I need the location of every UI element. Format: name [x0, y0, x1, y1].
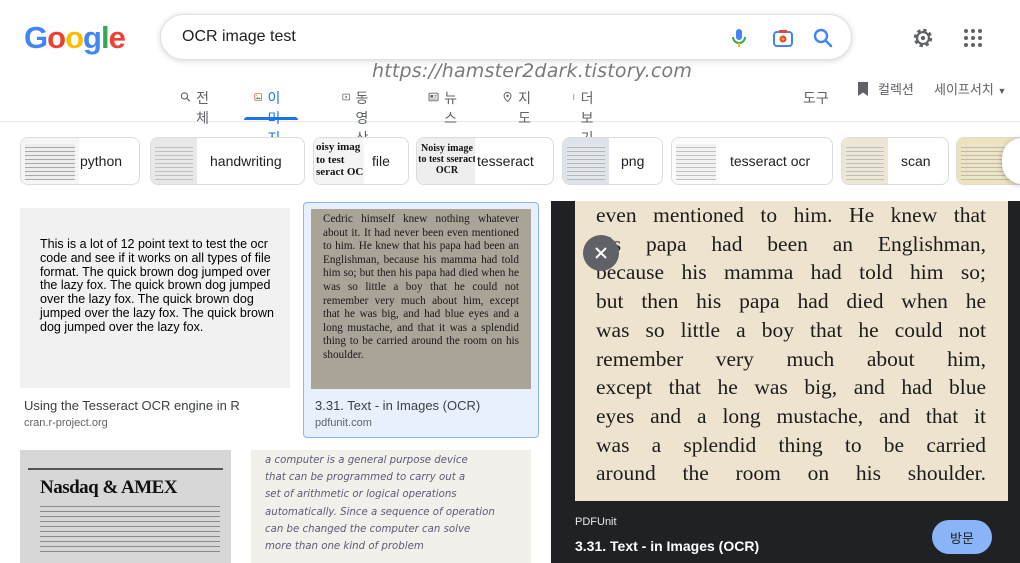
- handwriting-line: can be changed the computer can solve: [265, 523, 471, 535]
- image-icon: [254, 93, 263, 101]
- watermark: https://hamster2dark.tistory.com: [372, 60, 693, 82]
- chip-label: handwriting: [210, 153, 282, 169]
- preview-line: around the room on his shoulder.: [596, 461, 986, 486]
- microphone-icon[interactable]: [727, 26, 751, 50]
- gear-icon[interactable]: [910, 25, 936, 51]
- preview-line: was so little a boy that he could not: [596, 317, 986, 342]
- tab-images[interactable]: 이미지: [244, 84, 298, 146]
- tab-label: 뉴스: [444, 90, 457, 126]
- chip-label: python: [80, 153, 123, 169]
- image-text: Nasdaq & AMEX: [40, 477, 178, 498]
- chip-thumbnail: oisy imag to test seract OC: [314, 138, 364, 184]
- collections-button[interactable]: 컬렉션: [856, 79, 914, 98]
- tab-label: 지도: [518, 90, 531, 126]
- chip-label: tesseract: [477, 153, 534, 169]
- handwriting-line: automatically. Since a sequence of opera…: [265, 506, 495, 518]
- preview-line: eyes and a long mustache, and that it: [596, 403, 986, 428]
- search-input[interactable]: OCR image test: [182, 28, 296, 46]
- chip-thumbnail: [21, 138, 79, 184]
- result-title[interactable]: Using the Tesseract OCR engine in R: [24, 398, 240, 413]
- result-image[interactable]: Cedric himself knew nothing whatever abo…: [311, 209, 531, 389]
- result-source: cran.r-project.org: [24, 417, 108, 429]
- newsprint-lines: [40, 502, 220, 556]
- chip-png[interactable]: png: [562, 137, 663, 185]
- chip-thumbnail-text: oisy imag to test seract OC: [316, 141, 364, 178]
- related-search-chips: python handwriting oisy imag to test ser…: [20, 137, 1020, 185]
- image-text: This is a lot of 12 point text to test t…: [40, 237, 274, 334]
- result-source: pdfunit.com: [315, 417, 372, 429]
- chip-thumbnail: [151, 138, 197, 184]
- chevron-down-icon: ▼: [997, 86, 1007, 96]
- close-preview-button[interactable]: [583, 235, 619, 271]
- preview-line: his papa had been an Englishman,: [596, 231, 986, 256]
- handwriting-lines: a computer is a general purpose device t…: [265, 452, 527, 555]
- chip-tesseract[interactable]: Noisy image to test sseract OCR tesserac…: [416, 137, 554, 185]
- chip-thumbnail: [672, 138, 720, 184]
- preview-title[interactable]: 3.31. Text - in Images (OCR): [575, 538, 759, 554]
- tools-button[interactable]: 도구: [803, 88, 829, 108]
- result-image-nasdaq[interactable]: Nasdaq & AMEX: [20, 450, 231, 563]
- handwriting-line: set of arithmetic or logical operations: [265, 489, 457, 501]
- preview-line: even mentioned to him. He knew that: [596, 203, 986, 227]
- safesearch-dropdown[interactable]: 세이프서치 ▼: [934, 79, 1006, 98]
- result-card-selected[interactable]: Cedric himself knew nothing whatever abo…: [303, 202, 539, 438]
- tab-news[interactable]: 뉴스: [428, 84, 462, 126]
- camera-lens-icon[interactable]: [771, 26, 795, 50]
- tab-more[interactable]: 더보기: [572, 84, 598, 146]
- result-card[interactable]: This is a lot of 12 point text to test t…: [20, 208, 292, 434]
- chip-python[interactable]: python: [20, 137, 140, 185]
- video-icon: [342, 93, 351, 101]
- divider: [28, 468, 223, 470]
- result-image[interactable]: This is a lot of 12 point text to test t…: [20, 208, 290, 388]
- header: Google OCR image test https://hamster2da…: [0, 0, 1020, 146]
- search-box[interactable]: OCR image test: [160, 14, 852, 60]
- chip-thumbnail: [842, 138, 888, 184]
- chip-handwriting[interactable]: handwriting: [150, 137, 305, 185]
- result-image-handwriting[interactable]: a computer is a general purpose device t…: [251, 450, 531, 563]
- bookmark-icon: [858, 81, 868, 96]
- tab-videos[interactable]: 동영상: [342, 84, 376, 146]
- preview-image[interactable]: even mentioned to him. He knew that his …: [575, 201, 1008, 501]
- chip-thumbnail: Noisy image to test sseract OCR: [417, 138, 475, 184]
- result-title[interactable]: 3.31. Text - in Images (OCR): [315, 398, 480, 413]
- chip-scan[interactable]: scan: [841, 137, 949, 185]
- handwriting-line: a computer is a general purpose device: [265, 455, 468, 466]
- news-icon: [428, 92, 439, 102]
- chip-label: png: [621, 153, 645, 169]
- search-icon: [180, 92, 191, 102]
- more-vert-icon: [573, 94, 575, 100]
- google-logo[interactable]: Google: [24, 20, 126, 56]
- preview-image-text: even mentioned to him. He knew that his …: [596, 201, 986, 488]
- image-text: Cedric himself knew nothing whatever abo…: [323, 213, 519, 361]
- chip-label: scan: [901, 153, 931, 169]
- tab-label: 전체: [196, 90, 209, 126]
- chip-tesseract-ocr[interactable]: tesseract ocr: [671, 137, 833, 185]
- tab-maps[interactable]: 지도: [502, 84, 536, 126]
- chip-thumbnail-text: Noisy image to test sseract OCR: [418, 143, 475, 176]
- visit-button[interactable]: 방문: [932, 520, 992, 554]
- handwriting-line: more than one kind of problem: [265, 541, 424, 553]
- preview-source[interactable]: PDFUnit: [575, 516, 617, 528]
- collections-label: 컬렉션: [878, 82, 914, 97]
- preview-line: but then his papa had died when he: [596, 289, 986, 314]
- chip-label: file: [372, 153, 390, 169]
- location-pin-icon: [503, 92, 512, 103]
- safesearch-label: 세이프서치: [934, 82, 994, 97]
- handwriting-line: that can be programmed to carry out a: [265, 472, 466, 484]
- preview-line: was a splendid thing to be carried: [596, 432, 986, 457]
- search-icon[interactable]: [811, 26, 835, 50]
- chip-thumbnail: [563, 138, 609, 184]
- preview-line: remember very much about him,: [596, 346, 986, 371]
- preview-line: except that he was big, and had blue: [596, 375, 986, 400]
- tab-all[interactable]: 전체: [180, 84, 214, 126]
- chip-file[interactable]: oisy imag to test seract OC file: [313, 137, 409, 185]
- close-icon: [595, 247, 607, 259]
- chip-label: tesseract ocr: [730, 153, 811, 169]
- apps-grid-icon[interactable]: [962, 27, 984, 49]
- preview-line: because his mamma had told him so;: [596, 260, 986, 285]
- image-preview-panel: even mentioned to him. He knew that his …: [551, 201, 1020, 563]
